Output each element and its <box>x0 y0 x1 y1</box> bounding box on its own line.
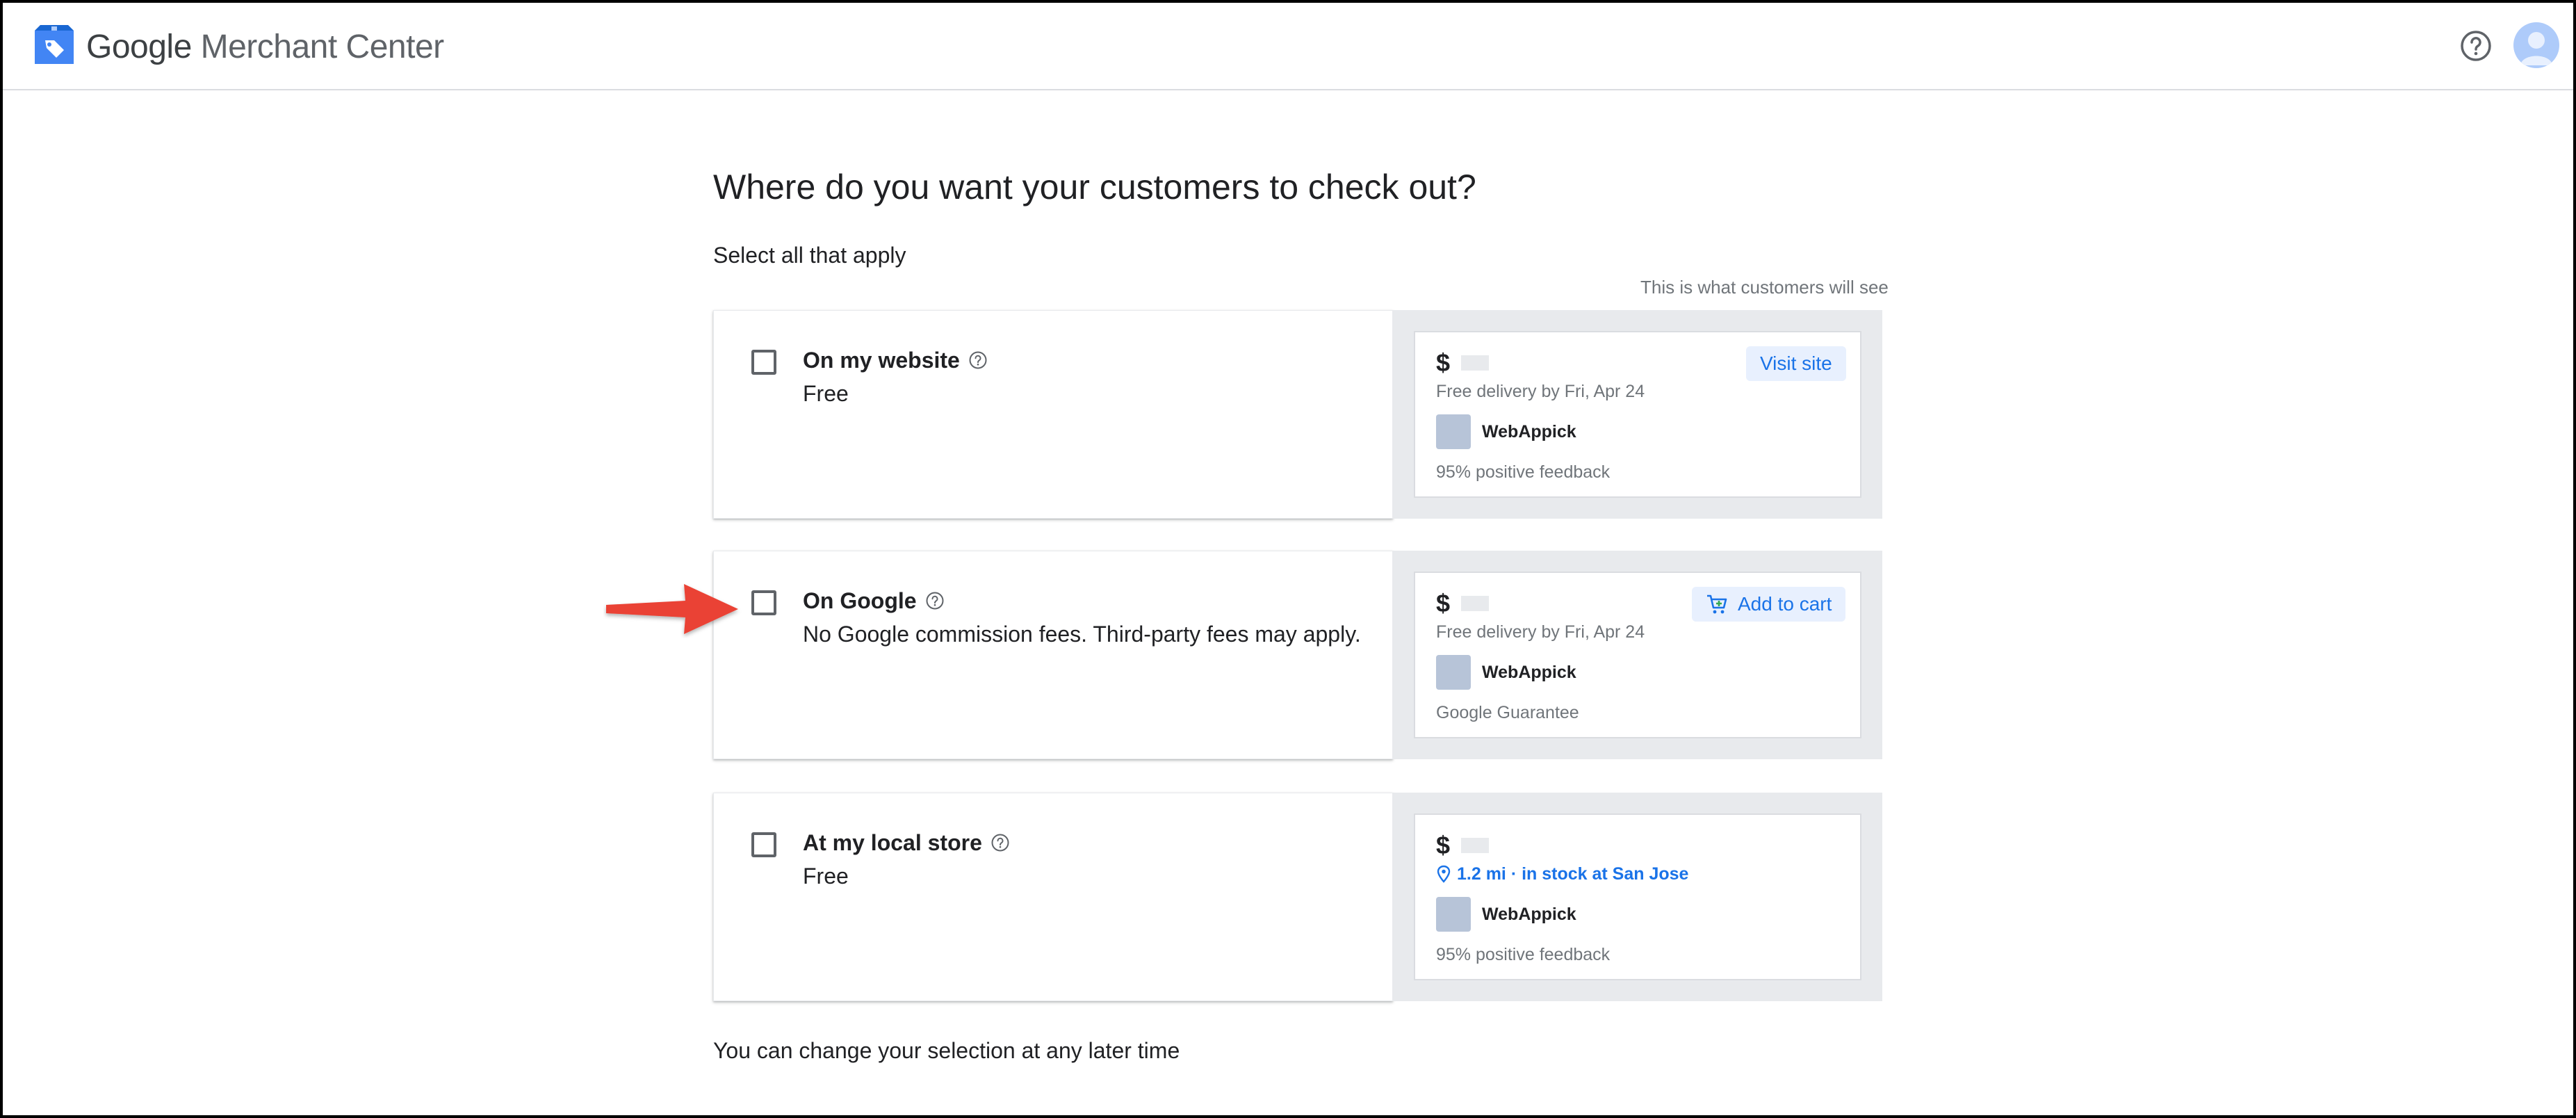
option-title-local-store: At my local store <box>803 828 1010 857</box>
help-circle-icon[interactable] <box>2459 29 2493 63</box>
preview-location: 1.2 mi · in stock at San Jose <box>1436 862 1688 886</box>
preview-footer: 95% positive feedback <box>1436 945 1611 964</box>
preview-caption: This is what customers will see <box>1640 277 1889 298</box>
merchant-logo <box>1436 414 1471 449</box>
option-card-google[interactable]: On Google No Google commission fees. Thi… <box>713 551 1393 759</box>
help-tooltip-icon[interactable] <box>925 591 945 610</box>
option-desc-local-store: Free <box>803 864 849 889</box>
preview-footer: 95% positive feedback <box>1436 462 1611 482</box>
price-symbol: $ <box>1436 589 1451 617</box>
merchant-name: WebAppick <box>1482 905 1576 924</box>
top-app-bar: Google Merchant Center <box>3 3 2573 90</box>
option-title-google: On Google <box>803 586 945 615</box>
preview-price: $ <box>1436 830 1490 861</box>
price-placeholder <box>1461 355 1490 371</box>
option-desc-website: Free <box>803 381 849 406</box>
preview-card: $ Visit site Free delivery by Fri, Apr 2… <box>1414 331 1861 498</box>
visit-site-label: Visit site <box>1760 353 1832 374</box>
merchant-center-logo-icon[interactable] <box>33 25 75 65</box>
help-tooltip-icon[interactable] <box>968 350 988 370</box>
option-title-website: On my website <box>803 346 988 375</box>
location-pin-icon <box>1437 865 1451 883</box>
option-title-text: On my website <box>803 348 960 373</box>
location-text: 1.2 mi · in stock at San Jose <box>1457 864 1689 884</box>
preview-panel-local-store: $ 1.2 mi · in stock at San Jose WebAppic… <box>1393 793 1882 1001</box>
brand-title[interactable]: Google Merchant Center <box>86 26 444 68</box>
checkbox-website[interactable] <box>751 350 776 375</box>
option-title-text: At my local store <box>803 830 982 855</box>
preview-price: $ <box>1436 348 1490 378</box>
page-frame: Google Merchant Center Where do you want… <box>0 0 2576 1118</box>
account-avatar-icon <box>2520 32 2552 65</box>
option-desc-google: No Google commission fees. Third-party f… <box>803 622 1361 647</box>
preview-panel-google: $ Add to cart Free delivery by Fri, Apr … <box>1393 551 1882 759</box>
brand-google: Google <box>86 29 192 65</box>
account-avatar[interactable] <box>2513 22 2559 68</box>
preview-price: $ <box>1436 588 1490 619</box>
brand-product: Merchant Center <box>200 29 445 65</box>
option-title-text: On Google <box>803 588 917 613</box>
price-symbol: $ <box>1436 831 1451 859</box>
footer-note: You can change your selection at any lat… <box>713 1038 1180 1063</box>
preview-card: $ 1.2 mi · in stock at San Jose WebAppic… <box>1414 813 1861 980</box>
add-to-cart-label: Add to cart <box>1738 593 1832 615</box>
checkbox-local-store[interactable] <box>751 832 776 857</box>
merchant-logo <box>1436 655 1471 690</box>
price-placeholder <box>1461 596 1490 611</box>
merchant-name: WebAppick <box>1482 663 1576 682</box>
merchant-logo <box>1436 897 1471 932</box>
price-symbol: $ <box>1436 348 1451 377</box>
annotation-arrow-icon <box>606 584 738 634</box>
visit-site-button[interactable]: Visit site <box>1746 346 1846 381</box>
merchant-name: WebAppick <box>1482 422 1576 441</box>
help-tooltip-icon[interactable] <box>991 833 1010 852</box>
price-placeholder <box>1461 838 1490 853</box>
add-shopping-cart-icon <box>1707 594 1727 614</box>
option-card-website[interactable]: On my website Free <box>713 310 1393 519</box>
preview-delivery: Free delivery by Fri, Apr 24 <box>1436 622 1645 642</box>
preview-delivery: Free delivery by Fri, Apr 24 <box>1436 382 1645 401</box>
option-card-local-store[interactable]: At my local store Free <box>713 793 1393 1001</box>
add-to-cart-button[interactable]: Add to cart <box>1692 587 1846 622</box>
page-title: Where do you want your customers to chec… <box>713 168 1476 206</box>
checkbox-google[interactable] <box>751 590 776 615</box>
preview-card: $ Add to cart Free delivery by Fri, Apr … <box>1414 572 1861 738</box>
page-subtitle: Select all that apply <box>713 243 906 268</box>
preview-footer: Google Guarantee <box>1436 703 1579 722</box>
preview-panel-website: $ Visit site Free delivery by Fri, Apr 2… <box>1393 310 1882 519</box>
